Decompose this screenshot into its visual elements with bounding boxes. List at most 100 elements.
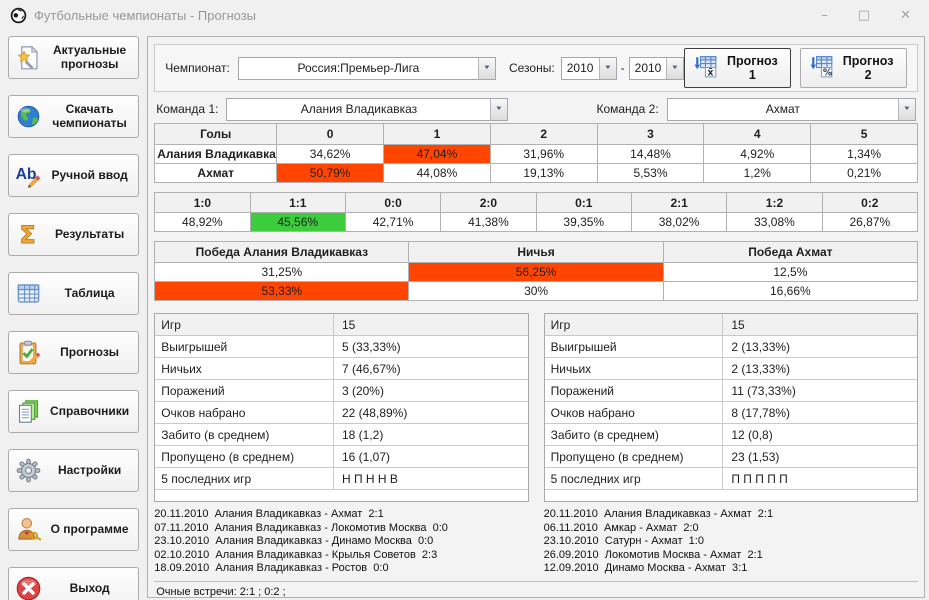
chevron-down-icon[interactable]: ▼ xyxy=(477,57,495,79)
svg-text:%: % xyxy=(823,68,832,78)
list-item: 23.10.2010 Сатурн - Ахмат 1:0 xyxy=(543,535,704,547)
probability-cell-highlighted: 45,56% xyxy=(249,212,346,232)
stats-row: Пропущено (в среднем) 23 (1,53) xyxy=(544,446,917,468)
probability-cell: 44,08% xyxy=(383,163,491,183)
team1-stats-table: Игр 15 Выигрышей 5 (33,33%) Ничьих 7 (46,67… xyxy=(154,313,529,502)
score-header-cell: 0:2 xyxy=(821,192,919,213)
list-item: 26.09.2010 Локомотив Москва - Ахмат 2:1 xyxy=(543,548,763,561)
probability-cell-highlighted: 53,33% xyxy=(154,281,410,301)
stats-row: 5 последних игр П П П П П xyxy=(544,468,917,490)
team1-name-cell: Алания Владикавказ xyxy=(154,144,278,164)
stats-row: Забито (в среднем) 18 (1,2) xyxy=(155,424,528,446)
sidebar-item-references[interactable]: Справочники xyxy=(8,390,140,433)
sidebar-item-label: О программе xyxy=(50,521,129,536)
stats-row: Ничьих 7 (46,67%) xyxy=(155,358,528,380)
head-to-head-line: Очные встречи: 2:1 ; 0:2 ; xyxy=(154,580,918,598)
sidebar-item-settings[interactable]: Настройки xyxy=(8,449,140,492)
team2-select[interactable]: Ахмат ▼ xyxy=(666,97,916,121)
list-item: 20.11.2010 Алания Владикавказ - Ахмат 2:… xyxy=(154,508,384,520)
stats-row: Очков набрано 22 (48,89%) xyxy=(155,402,528,424)
table-row: Ахмат 50,79% 44,08% 19,13% 5,53% 1,2% 0,… xyxy=(154,163,918,183)
sidebar-item-forecasts[interactable]: Прогнозы xyxy=(8,331,140,374)
chevron-down-icon[interactable]: ▼ xyxy=(898,98,915,120)
sidebar-item-label: Результаты xyxy=(55,226,125,241)
stats-row: Очков набрано 8 (17,78%) xyxy=(544,402,917,424)
season-from-value: 2010 xyxy=(566,61,594,75)
sidebar-item-label: Таблица xyxy=(64,285,115,300)
sidebar-item-download-championships[interactable]: Скачать чемпионаты xyxy=(8,95,140,138)
exit-icon xyxy=(14,575,42,600)
sigma-icon: Σ xyxy=(14,221,42,249)
probability-cell: 14,48% xyxy=(596,144,705,164)
probability-cell: 1,34% xyxy=(810,144,918,164)
table-percent-icon: % xyxy=(810,55,834,81)
chevron-down-icon[interactable]: ▼ xyxy=(666,57,684,79)
sidebar-item-table[interactable]: Таблица xyxy=(8,272,140,315)
maximize-button[interactable]: □ xyxy=(858,9,870,22)
table-row: Алания Владикавказ 34,62% 47,04% 31,96% … xyxy=(154,144,918,164)
score-header-row: 1:0 1:1 0:0 2:0 0:1 2:1 1:2 0:2 xyxy=(154,192,919,213)
championship-select[interactable]: Россия:Премьер-Лига ▼ xyxy=(237,56,496,80)
goals-header-cell: 5 xyxy=(810,123,918,145)
probability-cell: 5,53% xyxy=(596,163,705,183)
stats-row: Игр 15 xyxy=(544,314,917,336)
forecast-1-button[interactable]: x̄ Прогноз 1 xyxy=(684,48,792,88)
svg-text:x̄: x̄ xyxy=(708,67,714,78)
magic-page-icon xyxy=(14,44,42,72)
championship-value: Россия:Премьер-Лига xyxy=(297,61,420,75)
probability-cell: 31,25% xyxy=(154,262,410,282)
table-mean-icon: x̄ xyxy=(694,55,718,81)
probability-cell: 12,5% xyxy=(662,262,919,282)
globe-icon xyxy=(14,103,42,131)
documents-icon xyxy=(14,398,42,426)
titlebar: Футбольные чемпионаты - Прогнозы – □ ✕ xyxy=(0,0,929,30)
sidebar-item-label: Выход xyxy=(69,580,110,595)
probability-cell: 34,62% xyxy=(276,144,385,164)
team1-label: Команда 1: xyxy=(156,102,219,116)
sidebar-item-exit[interactable]: Выход xyxy=(8,567,140,600)
sidebar-item-about[interactable]: О программе xyxy=(8,508,140,551)
stats-row: Ничьих 2 (13,33%) xyxy=(544,358,917,380)
probability-cell: 33,08% xyxy=(726,212,823,232)
probability-cell: 31,96% xyxy=(489,144,598,164)
season-from-select[interactable]: 2010 ▼ xyxy=(560,56,617,80)
teams-row: Команда 1: Алания Владикавказ ▼ Команда … xyxy=(156,97,916,121)
probability-cell: 39,35% xyxy=(535,212,632,232)
score-header-cell: 2:0 xyxy=(440,192,537,213)
probability-cell-highlighted: 47,04% xyxy=(383,144,491,164)
score-header-cell: 0:0 xyxy=(344,192,442,213)
season-to-select[interactable]: 2010 ▼ xyxy=(628,56,685,80)
season-to-value: 2010 xyxy=(634,61,662,75)
sidebar-item-label: Ручной ввод xyxy=(51,167,128,182)
goals-header-row: Голы 0 1 2 3 4 5 xyxy=(154,123,918,145)
svg-text:Σ: Σ xyxy=(19,221,35,248)
probability-cell: 0,21% xyxy=(810,163,918,183)
table-row: 53,33% 30% 16,66% xyxy=(154,281,919,301)
list-item: 20.11.2010 Алания Владикавказ - Ахмат 2:… xyxy=(543,508,774,520)
team2-label: Команда 2: xyxy=(596,102,659,116)
sidebar-item-actual-forecasts[interactable]: Актуальные прогнозы xyxy=(8,36,140,79)
sidebar-item-results[interactable]: Σ Результаты xyxy=(8,213,140,256)
goals-header-cell: 0 xyxy=(276,123,385,145)
stats-row: 5 последних игр Н П Н Н В xyxy=(155,468,528,490)
probability-cell: 26,87% xyxy=(821,212,919,232)
minimize-button[interactable]: – xyxy=(821,9,828,22)
chevron-down-icon[interactable]: ▼ xyxy=(490,98,508,120)
team2-recent-matches: 20.11.2010 Алания Владикавказ - Ахмат 2:… xyxy=(544,508,918,576)
championship-label: Чемпионат: xyxy=(165,61,230,75)
goals-probability-table: Голы 0 1 2 3 4 5 Алания Владикавказ 34,6… xyxy=(154,123,918,183)
forecast-2-button[interactable]: % Прогноз 2 xyxy=(800,48,907,88)
probability-cell: 42,71% xyxy=(344,212,442,232)
chevron-down-icon[interactable]: ▼ xyxy=(598,57,616,79)
outcome-probability-table: Победа Алания Владикавказ Ничья Победа А… xyxy=(154,241,919,301)
sidebar-item-manual-input[interactable]: Ab Ручной ввод xyxy=(8,154,140,197)
team2-name-cell: Ахмат xyxy=(154,163,278,183)
team1-select[interactable]: Алания Владикавказ ▼ xyxy=(226,97,509,121)
goals-header-cell: 4 xyxy=(703,123,812,145)
close-button[interactable]: ✕ xyxy=(900,9,911,22)
forecast-1-label: Прогноз 1 xyxy=(727,54,778,82)
football-icon xyxy=(10,7,27,24)
probability-cell: 48,92% xyxy=(154,212,251,232)
stats-row: Выигрышей 5 (33,33%) xyxy=(155,336,528,358)
score-header-cell: 1:2 xyxy=(726,192,823,213)
